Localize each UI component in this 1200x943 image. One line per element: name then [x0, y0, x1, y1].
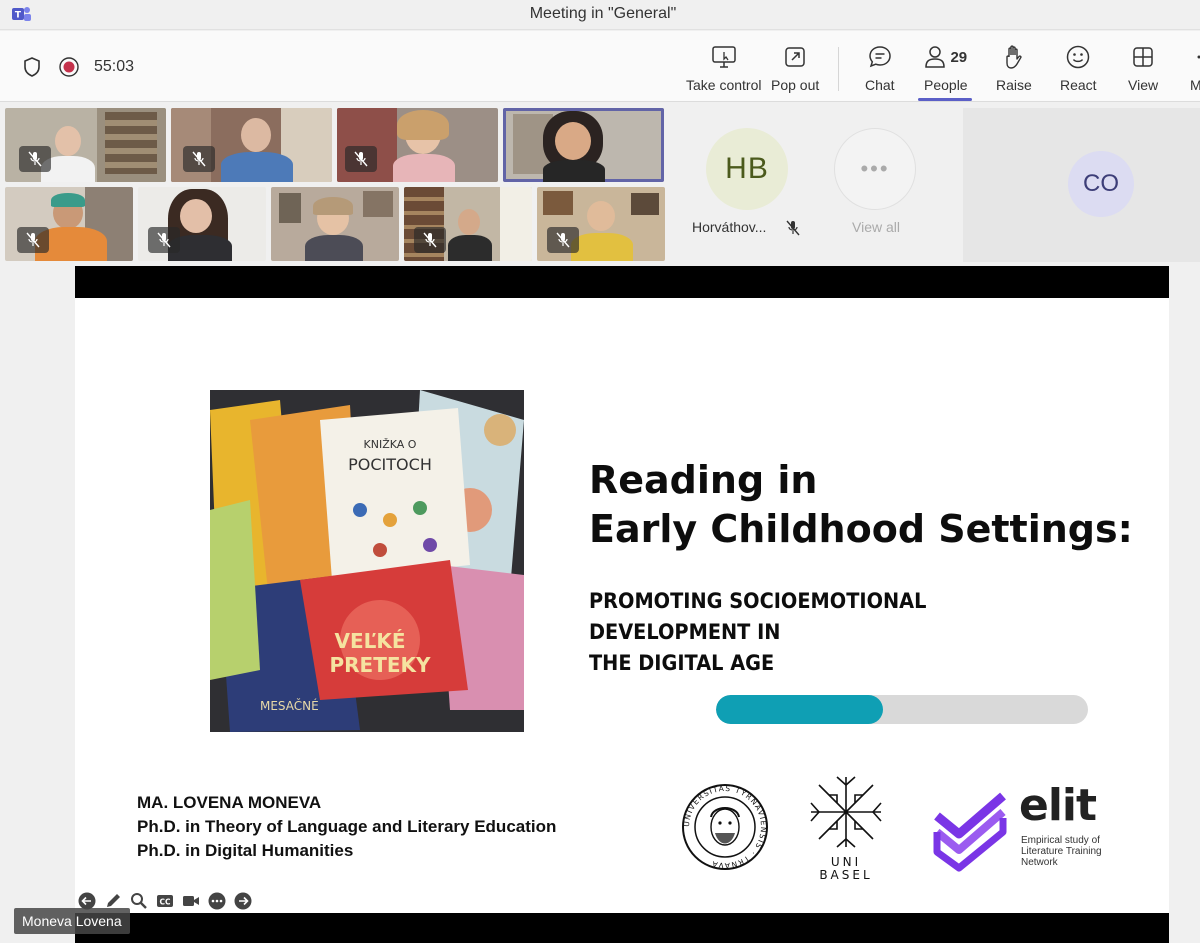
participant-video-tile-active-speaker[interactable] — [503, 108, 664, 182]
slide-subtitle: PROMOTING SOCIOEMOTIONAL DEVELOPMENT IN … — [589, 586, 1021, 679]
zoom-icon[interactable] — [130, 892, 148, 910]
next-slide-icon[interactable] — [234, 892, 252, 910]
participant-video-tile[interactable] — [138, 187, 266, 261]
uni-basel-logo: UNI BASEL — [805, 773, 887, 883]
react-button[interactable]: React — [1060, 43, 1097, 93]
take-control-icon — [711, 46, 736, 68]
people-count: 29 — [950, 48, 968, 66]
elit-chevron-icon — [933, 792, 1007, 872]
people-active-indicator — [918, 98, 972, 101]
svg-text:CC: CC — [159, 898, 171, 907]
elit-tagline: Empirical study of Literature Training N… — [1021, 835, 1102, 868]
take-control-button[interactable]: Take control — [686, 43, 761, 93]
slide-progress-fill — [716, 695, 884, 724]
smiley-icon — [1067, 45, 1090, 69]
more-dots-icon: ••• — [860, 156, 890, 181]
books-photo: KNIŽKA O POCITOCH MESAČNÉ VEĽKÉ PRETEKY — [210, 390, 524, 732]
slide-title-line1: Reading in — [589, 458, 818, 502]
participant-video-tile[interactable] — [5, 108, 166, 182]
participant-video-tile[interactable] — [5, 187, 133, 261]
meeting-timer: 55:03 — [94, 58, 135, 75]
slide-title-line2: Early Childhood Settings: — [589, 507, 1133, 551]
pop-out-button[interactable]: Pop out — [771, 43, 819, 93]
presenter-name-label: Moneva Lovena — [14, 908, 130, 934]
more-button[interactable]: M — [1190, 43, 1200, 93]
participant-video-tile[interactable] — [404, 187, 532, 261]
elit-wordmark: elit — [1019, 780, 1097, 831]
participant-video-tile[interactable] — [337, 108, 498, 182]
view-all-button[interactable]: ••• — [834, 128, 916, 210]
window-title: Meeting in "General" — [529, 5, 677, 22]
mic-off-icon — [183, 146, 215, 172]
participant-video-tile[interactable] — [537, 187, 665, 261]
people-icon — [925, 46, 946, 68]
people-button[interactable]: 29 People — [924, 43, 968, 93]
view-button[interactable]: View — [1128, 43, 1158, 93]
svg-text:VEĽKÉ: VEĽKÉ — [334, 629, 405, 653]
uni-basel-emblem-icon — [810, 776, 882, 848]
toolbar-divider — [838, 47, 839, 91]
take-control-label: Take control — [686, 77, 762, 93]
view-all-label[interactable]: View all — [852, 219, 900, 235]
mic-off-icon — [345, 146, 377, 172]
mic-off-icon — [786, 220, 800, 236]
react-label: React — [1060, 77, 1097, 93]
title-bar: T Meeting in "General" — [0, 0, 1200, 30]
slide-subtitle-line1: PROMOTING SOCIOEMOTIONAL DEVELOPMENT IN — [589, 589, 927, 644]
slide-subtitle-line2: THE DIGITAL AGE — [589, 651, 775, 675]
chat-icon — [869, 46, 891, 68]
avatar: CO — [1068, 151, 1134, 217]
svg-text:KNIŽKA O: KNIŽKA O — [364, 438, 417, 451]
university-of-trnava-seal-icon: UNIVERSITAS TYRNAVIENSIS · TRNAVA — [682, 784, 768, 870]
view-label: View — [1128, 77, 1159, 93]
slide-progress-bar — [716, 695, 1088, 724]
slide-letterbox-top — [75, 266, 1169, 298]
raise-hand-button[interactable]: Raise — [996, 43, 1032, 93]
chat-label: Chat — [865, 77, 895, 93]
captions-icon[interactable]: CC — [156, 892, 174, 910]
shared-presentation: KNIŽKA O POCITOCH MESAČNÉ VEĽKÉ PRETEKY … — [75, 266, 1169, 943]
mic-off-icon — [17, 227, 49, 253]
pop-out-icon — [785, 47, 805, 67]
chat-button[interactable]: Chat — [865, 43, 895, 93]
mic-off-icon — [148, 227, 180, 253]
author-name: MA. LOVENA MONEVA — [137, 793, 322, 812]
camera-icon[interactable] — [182, 892, 200, 910]
slide-letterbox-bottom — [75, 913, 1169, 943]
slide-title: Reading in Early Childhood Settings: — [589, 456, 1133, 554]
raise-label: Raise — [996, 77, 1032, 93]
author-block: MA. LOVENA MONEVA Ph.D. in Theory of Lan… — [137, 791, 556, 863]
shield-icon[interactable] — [22, 56, 42, 78]
svg-text:PRETEKY: PRETEKY — [329, 653, 431, 677]
author-degree: Ph.D. in Theory of Language and Literary… — [137, 817, 557, 836]
participant-video-tile[interactable] — [271, 187, 399, 261]
avatar[interactable]: HB — [706, 128, 788, 210]
mic-off-icon — [547, 227, 579, 253]
svg-text:POCITOCH: POCITOCH — [348, 455, 432, 474]
elit-logo: elit Empirical study of Literature Train… — [933, 780, 1113, 876]
meeting-toolbar: 55:03 Take control Pop out Chat 29 Peopl… — [0, 31, 1200, 102]
recording-icon — [59, 57, 79, 77]
uni-basel-text: BASEL — [819, 868, 873, 882]
grid-view-icon — [1133, 47, 1153, 67]
mic-off-icon — [19, 146, 51, 172]
more-icon — [1197, 55, 1200, 59]
people-label: People — [924, 77, 968, 93]
mic-off-icon — [414, 227, 446, 253]
pop-out-label: Pop out — [771, 77, 820, 93]
participant-name: Horváthov... — [692, 219, 767, 235]
participant-video-tile[interactable] — [171, 108, 332, 182]
author-degree: Ph.D. in Digital Humanities — [137, 841, 354, 860]
more-options-icon[interactable] — [208, 892, 226, 910]
more-label: M — [1190, 77, 1200, 93]
svg-text:MESAČNÉ: MESAČNÉ — [260, 698, 319, 713]
raise-hand-icon — [1006, 45, 1022, 69]
